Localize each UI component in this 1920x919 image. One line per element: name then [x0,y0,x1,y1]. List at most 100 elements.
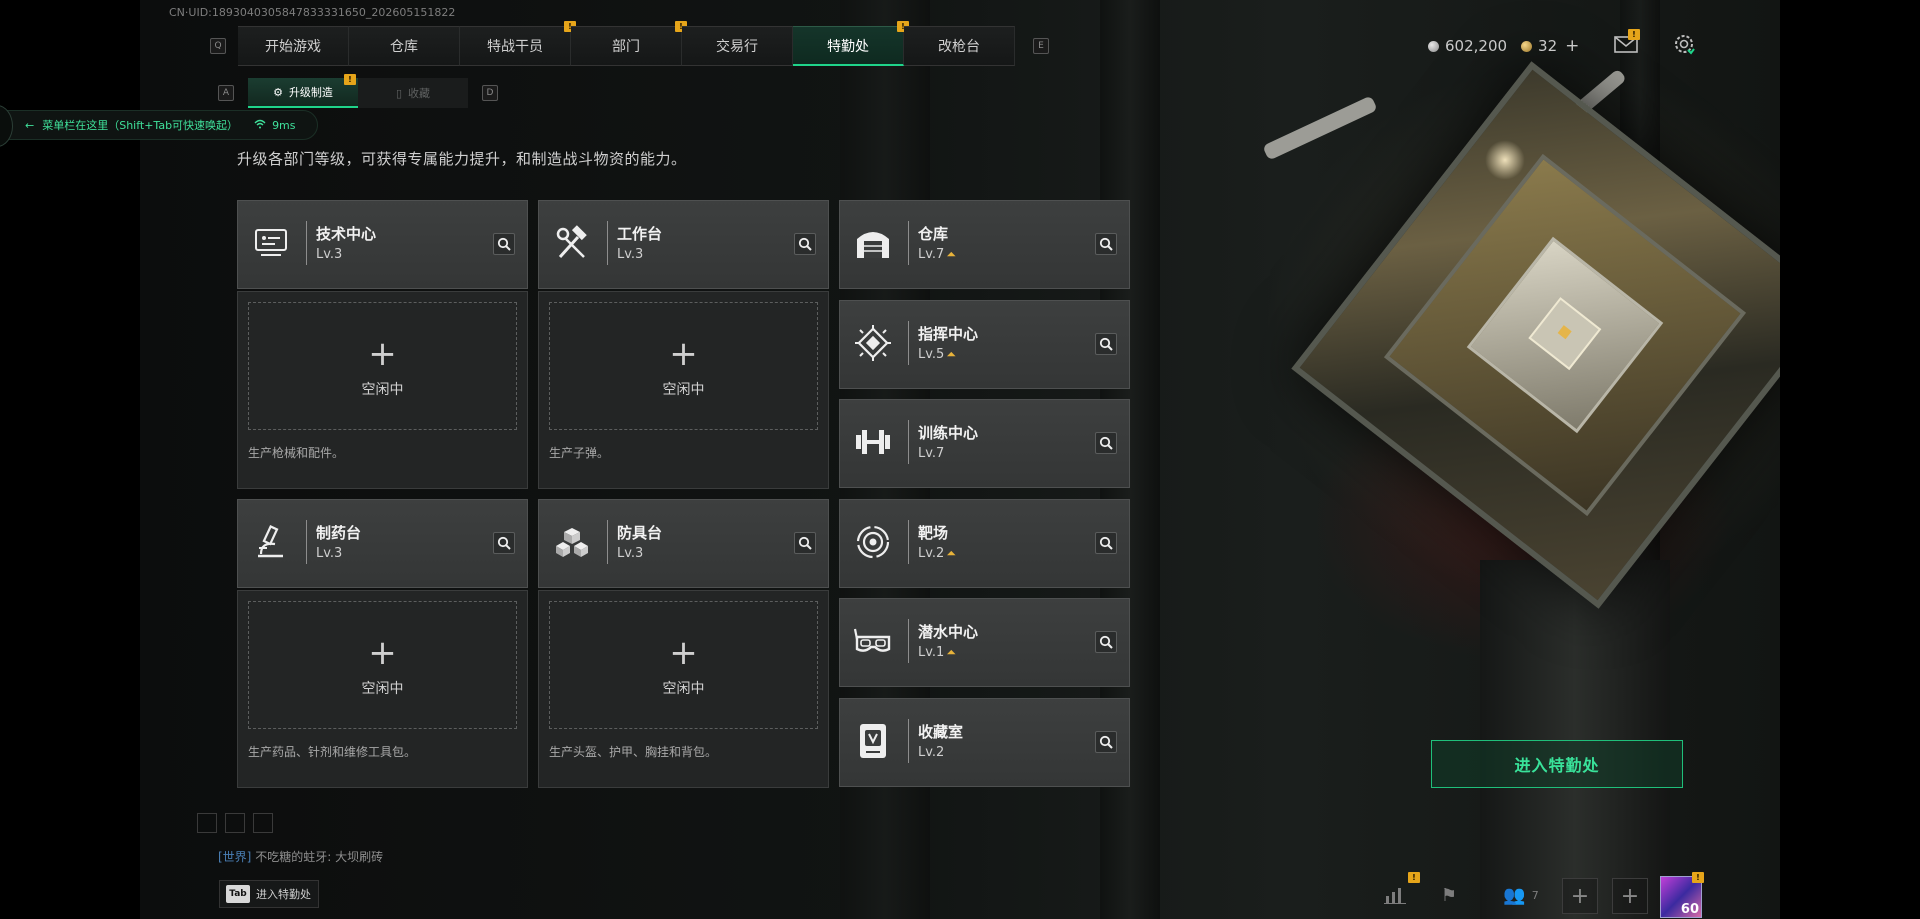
slot-status: 空闲中 [361,382,404,398]
settings-gear-icon[interactable] [1672,32,1696,55]
slot-status: 空闲中 [662,681,705,697]
facility-card[interactable]: 指挥中心 Lv.5 ⏶ [839,299,1130,389]
facility-card[interactable]: 收藏室 Lv.2 [839,698,1130,787]
add-slot-button[interactable]: + [1562,878,1598,914]
facility-level: Lv.3 [617,546,644,561]
divider [908,320,909,365]
divider [306,221,307,265]
cube-artifact [1291,61,1780,609]
tab-shortcut-button[interactable]: Tab 进入特勤处 [219,880,319,908]
slot-dashed-frame[interactable]: + 空闲中 [549,601,818,729]
facility-name: 仓库 [918,225,949,243]
friend-count: 7 [1531,888,1539,902]
production-facility-card[interactable]: 防具台 Lv.3 [538,499,829,588]
facility-level-row: Lv.3 [617,546,643,561]
facility-level-row: Lv.1 ⏶ [918,645,956,660]
slot-description: 生产头盔、护甲、胸挂和背包。 [549,745,718,759]
tab-label: 部门 [612,39,640,55]
sub-nav-next-key[interactable]: D [482,85,498,101]
tab-operators[interactable]: 特战干员! [460,21,576,66]
computer-icon [248,220,294,266]
divider [306,520,307,564]
divider [607,520,608,564]
facility-level: Lv.3 [617,247,644,262]
friends-icon: 👥 [1503,884,1526,906]
armor-blocks-icon [549,519,595,565]
upgrade-available-icon: ⏶ [946,247,956,261]
chat-user: 不吃糖的蛀牙: [255,850,332,864]
mail-icon[interactable]: ! [1614,29,1640,54]
silver-amount: 602,200 [1445,37,1508,55]
production-facility-card[interactable]: 技术中心 Lv.3 [237,200,528,289]
production-slot[interactable]: + 空闲中 生产枪械和配件。 [237,291,528,489]
silver-coin-icon [1428,40,1439,52]
facility-level: Lv.5 [918,346,945,362]
facility-card[interactable]: 仓库 Lv.7 ⏶ [839,200,1130,289]
slot-dashed-frame[interactable]: + 空闲中 [248,601,517,729]
player-level: 60 [1680,902,1699,917]
tab-gunsmith[interactable]: 改枪台 [904,26,1015,66]
facility-card[interactable]: 靶场 Lv.2 ⏶ [839,498,1130,588]
inspect-search-icon[interactable] [1095,631,1117,654]
facility-level-row: Lv.2 [918,745,944,760]
facility-name: 工作台 [617,225,663,243]
inspect-search-icon[interactable] [493,233,515,255]
inspect-search-icon[interactable] [794,532,816,554]
microscope-icon [248,519,294,565]
player-avatar[interactable]: ! 60 [1660,872,1704,918]
facility-name: 训练中心 [918,424,979,443]
slot-description: 生产药品、针剂和维修工具包。 [248,745,417,759]
tab-label: 特战干员 [487,39,543,55]
production-slot[interactable]: + 空闲中生产头盔、护甲、胸挂和背包。 [538,590,829,788]
facility-level-row: Lv.7 [918,446,944,461]
tab-special-ops[interactable]: 特勤处! [793,21,909,66]
tab-label: 改枪台 [938,39,980,55]
stats-badge: ! [1408,872,1420,883]
tab-shortcut-label: 进入特勤处 [256,888,311,901]
stats-chart-icon[interactable]: ! [1378,872,1420,910]
tab-warehouse[interactable]: 仓库 [349,26,460,66]
slot-dashed-frame[interactable]: + 空闲中 [549,302,818,430]
production-slot[interactable]: + 空闲中生产药品、针剂和维修工具包。 [237,590,528,788]
production-facility-card[interactable]: 制药台 Lv.3 [237,499,528,588]
add-slot-button[interactable]: + [1612,878,1648,914]
add-gold-button[interactable]: + [1565,36,1579,56]
inspect-search-icon[interactable] [1095,332,1117,355]
inspect-search-icon[interactable] [1095,233,1117,255]
facility-level: Lv.3 [316,546,343,561]
facility-name: 技术中心 [316,225,377,243]
facility-level-row: Lv.3 [617,247,643,262]
friends-button[interactable]: 👥 7 [1496,880,1546,910]
tab-start-game[interactable]: 开始游戏 [238,26,349,66]
facility-name: 防具台 [617,524,663,542]
tab-trade[interactable]: 交易行 [682,26,793,66]
slot-dashed-frame[interactable]: + 空闲中 [248,302,517,430]
nav-next-key[interactable]: E [1033,38,1049,54]
menu-hint-bar[interactable]: ← 菜单栏在这里（Shift+Tab可快速唤起） 9ms [0,105,318,147]
inspect-search-icon[interactable] [493,532,515,554]
tab-collection[interactable]: ▯ 收藏 [358,78,468,108]
add-production-icon: + [669,633,698,673]
nav-prev-key[interactable]: Q [210,38,226,54]
collection-icon: ▯ [395,86,403,100]
facility-level-row: Lv.2 ⏶ [918,546,956,561]
inspect-search-icon[interactable] [794,233,816,255]
production-slot[interactable]: + 空闲中 生产子弹。 [538,291,829,489]
main-nav: Q 开始游戏 仓库 特战干员! 部门! 交易行 特勤处! 改枪台 E [210,21,1049,66]
inspect-search-icon[interactable] [1095,531,1117,554]
inspect-search-icon[interactable] [1095,432,1117,455]
tab-upgrade-craft[interactable]: ⚙ 升级制造 ! [248,74,358,108]
tab-departments[interactable]: 部门! [571,21,687,66]
production-facility-card[interactable]: 工作台 Lv.3 [538,200,829,289]
sub-nav: A ⚙ 升级制造 ! ▯ 收藏 D [218,74,498,108]
facility-card[interactable]: 训练中心 Lv.7 [839,399,1130,489]
chip-icon [850,320,896,366]
menu-circle[interactable] [0,105,13,147]
tab-label: 收藏 [408,87,431,100]
inspect-search-icon[interactable] [1095,731,1117,753]
chat-line[interactable]: [世界] 不吃糖的蛀牙: 大坝刷砖 [218,848,383,865]
enter-special-ops-button[interactable]: 进入特勤处 [1431,740,1683,788]
sub-nav-prev-key[interactable]: A [218,85,234,101]
flag-icon[interactable]: ⚑ [1432,880,1466,910]
facility-card[interactable]: 潜水中心 Lv.1 ⏶ [839,598,1130,688]
